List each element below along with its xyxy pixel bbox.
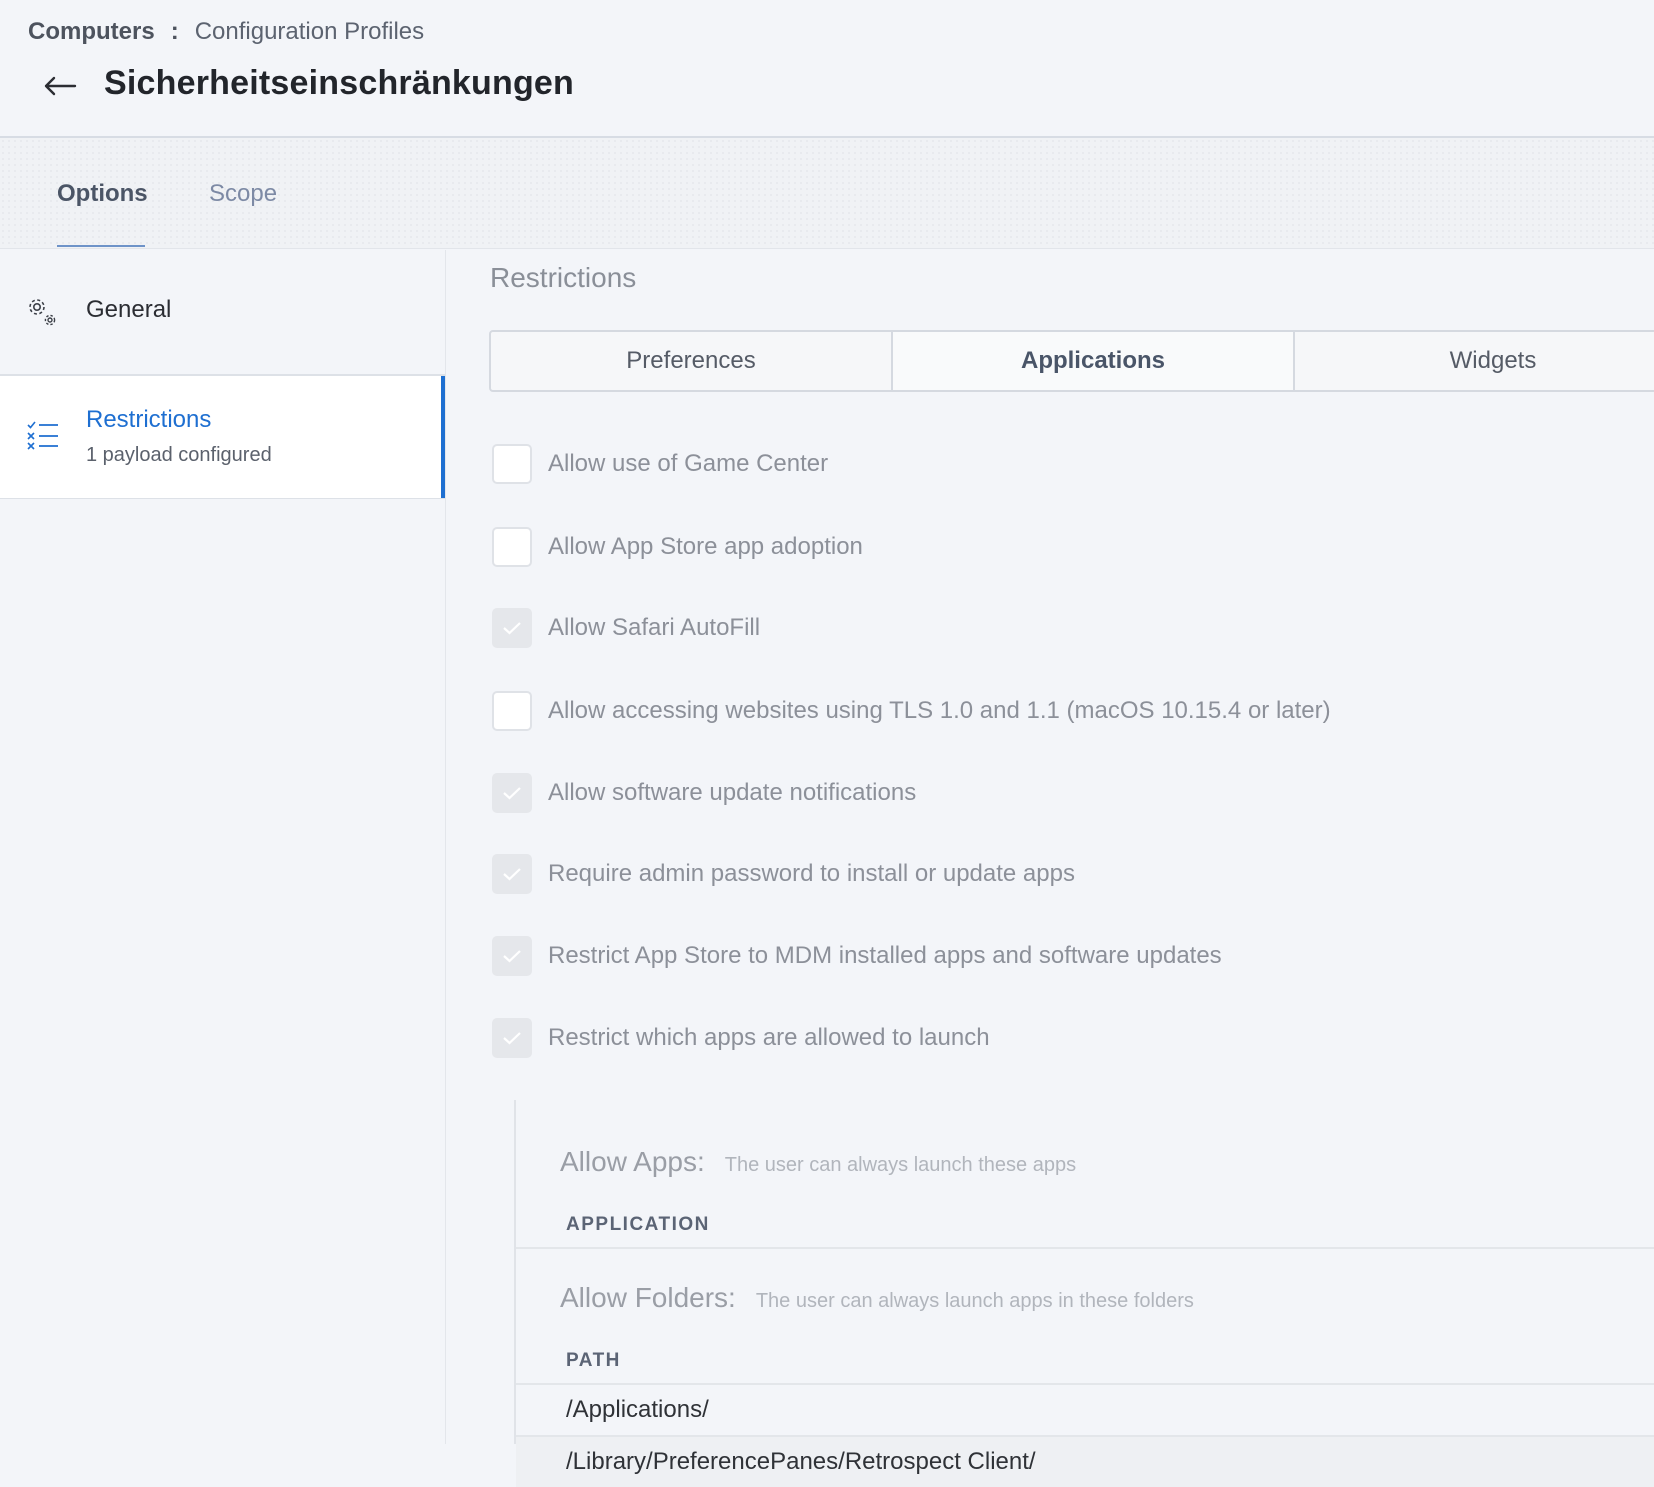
option-label: Require admin password to install or upd… xyxy=(548,860,1075,887)
option-app-store-adoption[interactable]: Allow App Store app adoption xyxy=(492,525,863,569)
page-header: Computers : Configuration Profiles Siche… xyxy=(0,0,1654,138)
breadcrumb: Computers : Configuration Profiles xyxy=(28,18,424,46)
table-row[interactable]: /Applications/ xyxy=(516,1385,1654,1435)
check-icon xyxy=(503,787,521,800)
active-indicator xyxy=(441,376,445,498)
checkbox[interactable] xyxy=(492,608,532,648)
divider xyxy=(516,1247,1654,1249)
option-game-center[interactable]: Allow use of Game Center xyxy=(492,442,828,486)
check-icon xyxy=(503,1032,521,1045)
allow-apps-heading: Allow Apps: The user can always launch t… xyxy=(560,1146,1076,1178)
option-label: Allow Safari AutoFill xyxy=(548,614,761,641)
column-header-application: APPLICATION xyxy=(566,1214,710,1235)
column-header-path: PATH xyxy=(566,1350,621,1371)
option-safari-autofill[interactable]: Allow Safari AutoFill xyxy=(492,606,760,650)
option-label: Restrict which apps are allowed to launc… xyxy=(548,1024,990,1051)
checkbox[interactable] xyxy=(492,691,532,731)
back-arrow-icon[interactable] xyxy=(42,68,78,104)
option-label: Allow software update notifications xyxy=(548,779,917,806)
checkbox[interactable] xyxy=(492,1018,532,1058)
option-tls[interactable]: Allow accessing websites using TLS 1.0 a… xyxy=(492,689,1331,733)
page-title: Sicherheitseinschränkungen xyxy=(104,64,575,102)
segment-applications[interactable]: Applications xyxy=(893,332,1295,390)
checkbox[interactable] xyxy=(492,936,532,976)
option-label: Restrict App Store to MDM installed apps… xyxy=(548,942,1222,969)
option-restrict-app-store[interactable]: Restrict App Store to MDM installed apps… xyxy=(492,934,1222,978)
section-title: Restrictions xyxy=(490,262,637,293)
check-icon xyxy=(503,868,521,881)
sidebar-item-general[interactable]: General xyxy=(0,250,445,375)
allow-apps-description: The user can always launch these apps xyxy=(724,1154,1077,1176)
option-software-update-notifications[interactable]: Allow software update notifications xyxy=(492,771,916,815)
breadcrumb-computers[interactable]: Computers xyxy=(28,18,155,46)
sidebar-item-restrictions[interactable]: Restrictions 1 payload configured xyxy=(0,375,445,499)
checkbox[interactable] xyxy=(492,527,532,567)
option-label: Allow accessing websites using TLS 1.0 a… xyxy=(548,697,1331,724)
segmented-control: Preferences Applications Widgets xyxy=(489,330,1654,392)
allow-folders-title: Allow Folders: xyxy=(560,1282,736,1313)
allow-folders-description: The user can always launch apps in these… xyxy=(755,1290,1194,1312)
gear-icon xyxy=(26,296,58,333)
breadcrumb-configuration-profiles[interactable]: Configuration Profiles xyxy=(195,18,424,46)
main-panel: Restrictions Preferences Applications Wi… xyxy=(446,250,1654,1487)
sidebar: General Restrictions 1 payload configure… xyxy=(0,250,446,1444)
option-require-admin-password[interactable]: Require admin password to install or upd… xyxy=(492,852,1075,896)
sidebar-item-label: Restrictions xyxy=(86,406,212,433)
tab-active-underline xyxy=(57,245,145,247)
launch-restrictions-panel: Allow Apps: The user can always launch t… xyxy=(514,1100,1654,1487)
segment-preferences[interactable]: Preferences xyxy=(491,332,893,390)
breadcrumb-separator: : xyxy=(170,18,179,45)
sidebar-item-label: General xyxy=(86,296,172,323)
option-label: Allow App Store app adoption xyxy=(548,533,863,560)
allow-folders-heading: Allow Folders: The user can always launc… xyxy=(560,1282,1194,1314)
payload-count: 1 payload configured xyxy=(86,444,272,466)
tab-options[interactable]: Options xyxy=(57,180,148,208)
checkbox[interactable] xyxy=(492,773,532,813)
tab-bar: Options Scope xyxy=(0,138,1654,249)
check-icon xyxy=(503,950,521,963)
check-icon xyxy=(503,622,521,635)
option-label: Allow use of Game Center xyxy=(548,450,829,477)
checkbox[interactable] xyxy=(492,854,532,894)
tab-scope[interactable]: Scope xyxy=(209,180,277,208)
segment-widgets[interactable]: Widgets xyxy=(1295,332,1654,390)
checklist-icon xyxy=(26,420,60,455)
allow-apps-title: Allow Apps: xyxy=(560,1146,705,1177)
checkbox[interactable] xyxy=(492,444,532,484)
option-restrict-launch[interactable]: Restrict which apps are allowed to launc… xyxy=(492,1016,990,1060)
table-row[interactable]: /Library/PreferencePanes/Retrospect Clie… xyxy=(516,1437,1654,1487)
